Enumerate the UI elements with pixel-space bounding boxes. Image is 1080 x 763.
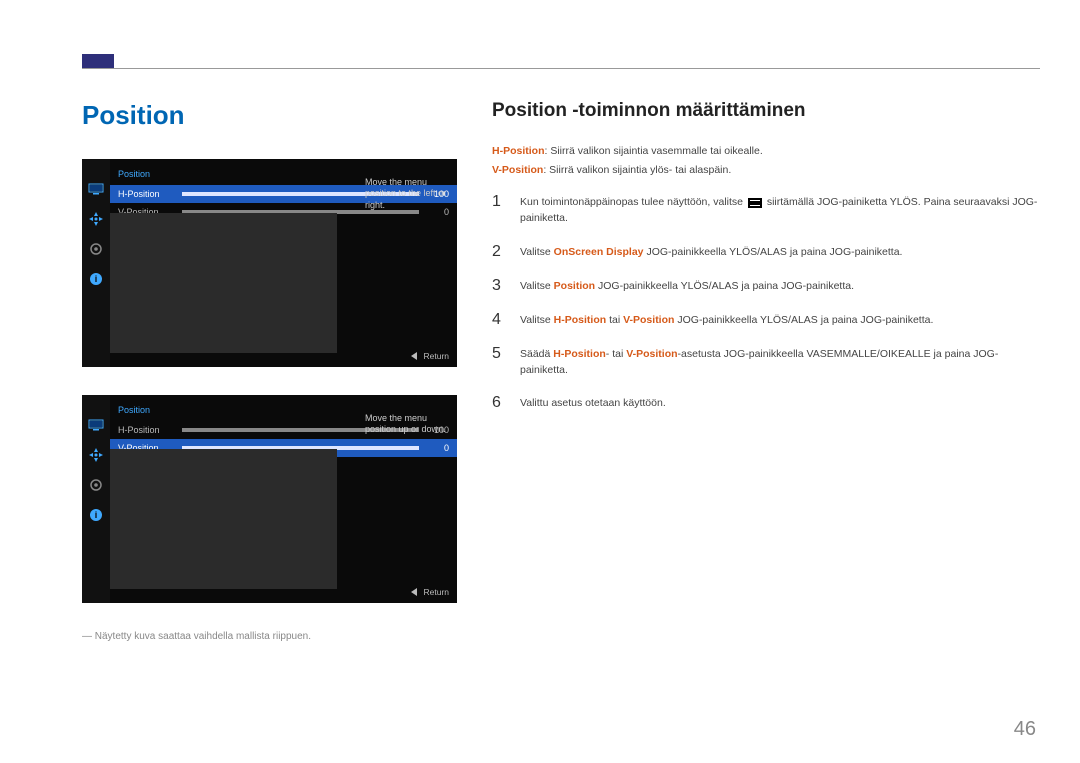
step-body: Valitse H-Position tai V-Position JOG-pa…	[520, 311, 933, 329]
emphasis: Position	[554, 280, 595, 292]
emphasis: H-Position	[554, 314, 607, 326]
info-icon: i	[88, 273, 104, 285]
step-body: Valittu asetus otetaan käyttöön.	[520, 394, 666, 412]
step: 6 Valittu asetus otetaan käyttöön.	[492, 394, 1040, 412]
osd-info-text: Move the menu position to the left or ri…	[365, 177, 457, 211]
monitor-icon	[88, 419, 104, 431]
osd-sidebar: i	[82, 395, 110, 603]
emphasis: H-Position	[553, 348, 606, 360]
osd-info-text: Move the menu position up or down.	[365, 413, 457, 436]
footnote: ― Näytetty kuva saattaa vaihdella mallis…	[82, 631, 457, 642]
emphasis: V-Position	[626, 348, 677, 360]
osd-return: Return	[411, 587, 449, 597]
desc-h-text: : Siirrä valikon sijaintia vasemmalle ta…	[545, 145, 763, 157]
header-rule	[82, 68, 1040, 69]
step-body: Kun toimintonäppäinopas tulee näyttöön, …	[520, 193, 1040, 227]
step: 2 Valitse OnScreen Display JOG-painikkeel…	[492, 243, 1040, 261]
desc-h-label: H-Position	[492, 145, 545, 157]
osd-return-label: Return	[423, 587, 449, 597]
osd-return-label: Return	[423, 351, 449, 361]
step-number: 4	[492, 311, 506, 329]
page-number: 46	[1014, 718, 1036, 741]
info-icon: i	[88, 509, 104, 521]
step: 5 Säädä H-Position- tai V-Position-asetus…	[492, 345, 1040, 379]
osd-return: Return	[411, 351, 449, 361]
gear-icon	[88, 479, 104, 491]
main-title: Position	[82, 100, 457, 131]
osd-row-value: 0	[425, 443, 449, 453]
desc-v-label: V-Position	[492, 164, 543, 176]
emphasis: OnScreen Display	[554, 246, 644, 258]
step-number: 6	[492, 394, 506, 412]
osd-screenshot-2: i Position H-Position100V-Position0 Move…	[82, 395, 457, 603]
desc-h-position: H-Position: Siirrä valikon sijaintia vas…	[492, 144, 1040, 159]
header-accent	[82, 54, 114, 68]
step-number: 3	[492, 277, 506, 295]
step-number: 2	[492, 243, 506, 261]
step: 4 Valitse H-Position tai V-Position JOG-p…	[492, 311, 1040, 329]
desc-v-position: V-Position: Siirrä valikon sijaintia ylö…	[492, 163, 1040, 178]
osd-empty-pane	[110, 449, 337, 589]
svg-text:i: i	[95, 274, 98, 284]
osd-row-label: H-Position	[118, 425, 176, 435]
monitor-icon	[88, 183, 104, 195]
dpad-icon	[88, 449, 104, 461]
step-body: Valitse Position JOG-painikkeella YLÖS/A…	[520, 277, 854, 295]
osd-row-label: H-Position	[118, 189, 176, 199]
step: 3 Valitse Position JOG-painikkeella YLÖS/…	[492, 277, 1040, 295]
osd-screenshot-1: i Position H-Position100V-Position0 Move…	[82, 159, 457, 367]
step-body: Säädä H-Position- tai V-Position-asetust…	[520, 345, 1040, 379]
desc-v-text: : Siirrä valikon sijaintia ylös- tai ala…	[543, 164, 731, 176]
osd-sidebar: i	[82, 159, 110, 367]
step: 1 Kun toimintonäppäinopas tulee näyttöön,…	[492, 193, 1040, 227]
dpad-icon	[88, 213, 104, 225]
step-body: Valitse OnScreen Display JOG-painikkeell…	[520, 243, 902, 261]
svg-text:i: i	[95, 510, 98, 520]
menu-icon	[748, 198, 762, 208]
osd-empty-pane	[110, 213, 337, 353]
step-number: 5	[492, 345, 506, 363]
step-number: 1	[492, 193, 506, 211]
emphasis: V-Position	[623, 314, 674, 326]
sub-title: Position -toiminnon määrittäminen	[492, 100, 1040, 122]
gear-icon	[88, 243, 104, 255]
